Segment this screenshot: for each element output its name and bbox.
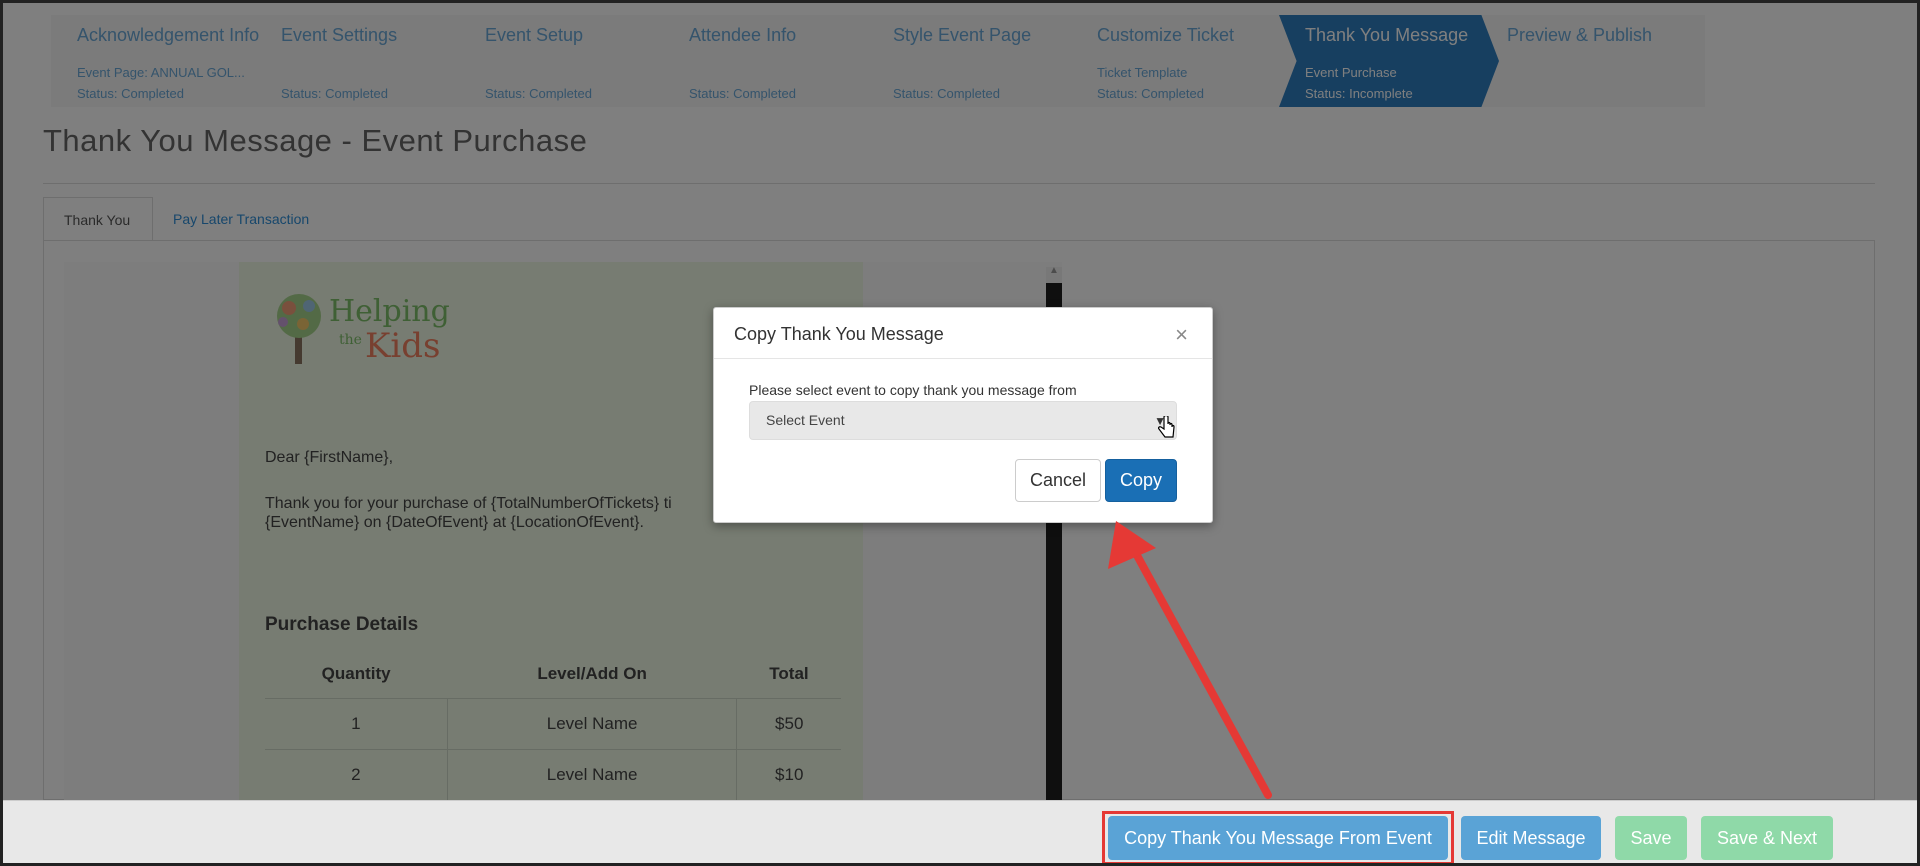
cancel-button[interactable]: Cancel	[1015, 459, 1101, 502]
select-event-dropdown[interactable]: Select Event ▼	[749, 401, 1177, 440]
select-event-value: Select Event	[766, 412, 845, 428]
edit-message-button[interactable]: Edit Message	[1461, 816, 1601, 860]
modal-title: Copy Thank You Message	[734, 324, 944, 344]
app-frame: Acknowledgement Info Event Page: ANNUAL …	[0, 0, 1920, 866]
save-and-next-button[interactable]: Save & Next	[1701, 816, 1833, 860]
modal-divider	[714, 358, 1212, 359]
annotation-highlight-box	[1102, 811, 1454, 863]
copy-button[interactable]: Copy	[1105, 459, 1177, 502]
close-icon[interactable]: ×	[1175, 322, 1188, 348]
copy-thank-you-modal: Copy Thank You Message × Please select e…	[713, 307, 1213, 523]
bottom-action-bar: Copy Thank You Message From Event Edit M…	[3, 800, 1917, 863]
save-button[interactable]: Save	[1615, 816, 1687, 860]
select-event-label: Please select event to copy thank you me…	[749, 382, 1077, 398]
hand-pointer-icon	[1158, 416, 1175, 438]
